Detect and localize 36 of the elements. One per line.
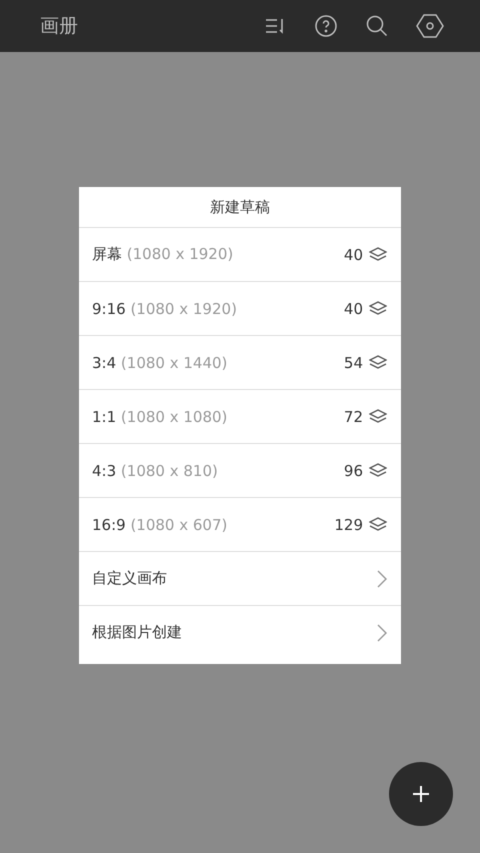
chevron-icon [377, 570, 387, 588]
layers-icon [369, 408, 387, 424]
canvas-size-item[interactable]: 9:16 (1080 x 1920) 40 [79, 282, 401, 336]
size-label: 16:9 (1080 x 607) [92, 516, 228, 534]
layer-count: 129 [334, 516, 363, 534]
menu-label: 根据图片创建 [92, 623, 182, 642]
size-label: 屏幕 (1080 x 1920) [92, 245, 234, 264]
layers-icon [369, 300, 387, 316]
size-label: 3:4 (1080 x 1440) [92, 354, 228, 372]
layers-icon [369, 516, 387, 532]
settings-icon[interactable] [416, 14, 444, 38]
size-label: 4:3 (1080 x 810) [92, 462, 218, 480]
size-label: 1:1 (1080 x 1080) [92, 408, 228, 426]
canvas-size-item[interactable]: 屏幕 (1080 x 1920) 40 [79, 228, 401, 282]
layer-count: 40 [344, 246, 363, 264]
layers-icon [369, 246, 387, 262]
layer-count: 54 [344, 354, 363, 372]
canvas-size-item[interactable]: 3:4 (1080 x 1440) 54 [79, 336, 401, 390]
app-title: 画册 [40, 14, 78, 39]
layers-icon [369, 354, 387, 370]
size-label: 9:16 (1080 x 1920) [92, 300, 237, 318]
layers-icon [369, 462, 387, 478]
layer-count: 40 [344, 300, 363, 318]
chevron-icon [377, 624, 387, 642]
dialog-title: 新建草稿 [79, 187, 401, 228]
layer-count: 96 [344, 462, 363, 480]
search-icon[interactable] [365, 14, 389, 38]
canvas-size-item[interactable]: 16:9 (1080 x 607) 129 [79, 498, 401, 552]
help-icon[interactable] [314, 14, 338, 38]
canvas-size-item[interactable]: 4:3 (1080 x 810) 96 [79, 444, 401, 498]
menu-item[interactable]: 根据图片创建 [79, 606, 401, 659]
canvas-size-item[interactable]: 1:1 (1080 x 1080) 72 [79, 390, 401, 444]
menu-label: 自定义画布 [92, 569, 167, 588]
plus-icon [411, 784, 431, 804]
menu-item[interactable]: 自定义画布 [79, 552, 401, 606]
layer-count: 72 [344, 408, 363, 426]
